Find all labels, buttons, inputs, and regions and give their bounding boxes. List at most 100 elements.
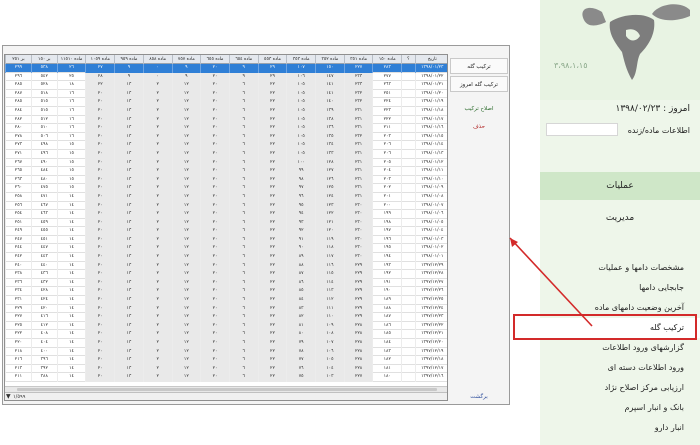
table-cell: ٢ xyxy=(142,296,172,305)
menu-management[interactable]: مدیریت xyxy=(540,208,700,228)
table-row[interactable]: ٢٢٧ ٤١٦ ١٤ ٢٠ ١٣ ٢ ١٢ ٢٠ ٦ ٢٢ ٨٢ ١١٠ ٢٢٩ ١٨٧ ١٣٩٧/١٢/٢… xyxy=(5,313,447,322)
column-header[interactable]: ماده ٥٥٣ xyxy=(257,55,287,64)
delete-button[interactable]: حذف xyxy=(450,118,508,134)
column-header[interactable]: ؟ xyxy=(401,55,414,64)
table-cell: ٢٠ xyxy=(200,175,229,185)
side-item-batch-entry[interactable]: ورود اطلاعات دسته ای xyxy=(540,358,700,378)
table-row[interactable]: ٢٤٧ ٤٥١ ١٤ ٢٠ ١٣ ٢ ١٢ ٢٠ ٦ ٢٢ ٩١ ١١٩ ٢٣٠ ١٩٦ ١٣٩٨/٠١/٠… xyxy=(5,235,447,245)
table-cell: ٢٠٤ xyxy=(372,167,401,176)
table-cell: ٥٤٢ xyxy=(30,72,57,82)
table-row[interactable]: ٢٤٢ ٤٤٣ ١٤ ٢٠ ١٣ ٢ ١٢ ٢٠ ٦ ٢٢ ٨٩ ١١٧ ٢٣٠ ١٩٤ ١٣٩٨/٠١/٠… xyxy=(5,253,447,262)
column-header[interactable]: بر ٢٥١ xyxy=(5,55,31,64)
fix-combine-button[interactable]: اصلاح ترکیب xyxy=(450,100,508,116)
table-row[interactable]: ٢٣٤ ٤٢٨ ١٤ ٢٠ ١٣ ٢ ١٢ ٢٠ ٦ ٢٢ ٨٥ ١١٣ ٢٢٩ ١٩٠ ١٣٩٧/١٢/٢… xyxy=(5,287,447,297)
table-row[interactable]: ٢٦٥ ٤٨٤ ١٥ ٢٠ ١٣ ٢ ١٢ ٢٠ ٦ ٢٢ ٩٩ ١٢٧ ٢٣١ ٢٠٤ ١٣٩٨/٠١/١… xyxy=(5,167,447,176)
side-item-breeding-center[interactable]: ارزیابی مرکز اصلاح نژاد xyxy=(540,378,700,398)
table-row[interactable]: ٢١٣ ٣٩٢ ١٤ ٢٠ ١٣ ٢ ١٢ ٢٠ ٦ ٢٢ ٧٦ ١٠٤ ٢٢٨ ١٨١ ١٣٩٧/١٢/١… xyxy=(5,364,447,374)
column-header[interactable]: ماده ٧٥٧ xyxy=(171,55,201,64)
table-row[interactable]: ٢٥٤ ٤٦٣ ١٤ ٢٠ ١٣ ٢ ١٢ ٢٠ ٦ ٢٢ ٩٤ ١٢٢ ٢٣٠ ١٩٩ ١٣٩٨/٠١/٠… xyxy=(5,210,447,219)
grid-body[interactable]: ٢٩٩ ٥٣٨ ٢٦ ٢٧ ٩ ٠ ٩ ٢٠ ٩ ٢٩ ١٠٧ ١٥٠ ٢٢٧ ٢٨٣ ١٣٩٨/٠١/٢٣… xyxy=(5,64,447,386)
column-header[interactable]: ماده ١٥٠ xyxy=(372,55,401,64)
table-cell: ٢٢٧ xyxy=(5,313,31,322)
table-cell: ١٢٦ xyxy=(315,175,344,185)
table-cell: ١٢ xyxy=(171,98,201,107)
table-cell: ٢٠ xyxy=(85,364,115,374)
table-cell: ٢٠ xyxy=(85,287,115,297)
back-button[interactable]: برگشت xyxy=(450,388,508,404)
column-header[interactable]: ماده ١٠٥٩ xyxy=(85,55,114,64)
table-cell: ٦ xyxy=(228,296,258,305)
table-row[interactable]: ٢٣٨ ٤٣٦ ١٤ ٢٠ ١٣ ٢ ١٢ ٢٠ ٦ ٢٢ ٨٧ ١١٥ ٢٢٩ ١٩٢ ١٣٩٧/١٢/٢… xyxy=(5,270,447,279)
table-row[interactable]: ٢٩٦ ٥٤٢ ٢٥ ٢٨ ٩ ٠ ٩ ٢٠ ٩ ٢٩ ١٠٦ ١٤٧ ٢٣٣ ٢٧٧ ١٣٩٨/٠١/٢٢ xyxy=(5,72,447,82)
table-cell: ١٠٥ xyxy=(286,106,316,116)
column-header[interactable]: ماده ٣٥١ xyxy=(343,55,373,64)
table-row[interactable]: ٢٣١ ٤٢٤ ١٤ ٢٠ ١٣ ٢ ١٢ ٢٠ ٦ ٢٢ ٨٤ ١١٢ ٢٢٩ ١٨٩ ١٣٩٧/١٢/٢… xyxy=(5,296,447,305)
table-row[interactable]: ٢٤٠ ٤٤٠ ١٤ ٢٠ ١٣ ٢ ١٢ ٢٠ ٦ ٢٢ ٨٨ ١١٦ ٢٢٩ ١٩٣ ١٣٩٧/١٢/٢… xyxy=(5,261,447,271)
table-row[interactable]: ٢٩٩ ٥٣٨ ٢٦ ٢٧ ٩ ٠ ٩ ٢٠ ٩ ٢٩ ١٠٧ ١٥٠ ٢٢٧ ٢٨٣ ١٣٩٨/٠١/٢٣ xyxy=(5,64,447,73)
table-row[interactable]: ٢٤٤ ٤٤٧ ١٤ ٢٠ ١٣ ٢ ١٢ ٢٠ ٦ ٢٢ ٩٠ ١١٨ ٢٣٠ ١٩٥ ١٣٩٨/٠١/٠… xyxy=(5,244,447,254)
table-cell: ٦ xyxy=(228,175,258,185)
table-row[interactable]: ٢٧٣ ٤٩٨ ١٥ ٢٠ ١٣ ٢ ١٢ ٢٠ ٦ ٢٢ ١٠٥ ١٣٤ ٢٣١ ٢٠٦ ١٣٩٨/٠١/… xyxy=(5,141,447,150)
table-row[interactable]: ٢٧١ ٤٩٦ ١٥ ٢٠ ١٣ ٢ ١٢ ٢٠ ٦ ٢٢ ١٠٥ ١٣٣ ٢٣١ ٢٠٦ ١٣٩٨/٠١/… xyxy=(5,149,447,159)
table-row[interactable]: ٢٨٢ ٥١٢ ١٦ ٢٠ ١٣ ٢ ١٢ ٢٠ ٦ ٢٢ ١٠٥ ١٣٨ ٢٣١ ٢٢٢ ١٣٩٨/٠١/… xyxy=(5,115,447,125)
table-cell: ١٣ xyxy=(114,167,143,176)
table-cell: ٩ xyxy=(171,72,201,82)
table-row[interactable]: ٢٨٥ ٥١٥ ١٦ ٢٠ ١٣ ٢ ١٢ ٢٠ ٦ ٢٢ ١٠٥ ١٤٠ ٢٣٢ ٢٢٤ ١٣٩٨/٠١/… xyxy=(5,98,447,107)
column-header[interactable]: ماده ٣٥٣ xyxy=(286,55,315,64)
table-row[interactable]: ٢٥٦ ٤٦٧ ١٤ ٢٠ ١٣ ٢ ١٢ ٢٠ ٦ ٢٢ ٩٥ ١٢٣ ٢٣٠ ٢٠٠ ١٣٩٨/٠١/٠… xyxy=(5,201,447,211)
table-row[interactable]: ٢٨٤ ٥١٥ ١٦ ٢٠ ١٣ ٢ ١٢ ٢٠ ٦ ٢٢ ١٠٥ ١٣٩ ٢٣١ ٢٢٣ ١٣٩٨/٠١/… xyxy=(5,106,447,116)
column-header[interactable]: ماده ٦٥٤ xyxy=(228,55,258,64)
table-cell: ٢٠ xyxy=(200,64,229,73)
table-row[interactable]: ٢١٨ ٤٠٠ ١٤ ٢٠ ١٣ ٢ ١٢ ٢٠ ٦ ٢٢ ٧٨ ١٠٦ ٢٢٨ ١٨٣ ١٣٩٧/١٢/١… xyxy=(5,347,447,357)
table-row[interactable]: ٢٢٢ ٤٠٨ ١٤ ٢٠ ١٣ ٢ ١٢ ٢٠ ٦ ٢٢ ٨٠ ١٠٨ ٢٢٨ ١٨٥ ١٣٩٧/١٢/٢… xyxy=(5,330,447,339)
table-cell: ٢٠ xyxy=(200,244,229,254)
column-header[interactable]: ماده ٩٥٩ xyxy=(114,55,143,64)
column-header[interactable]: تاریخ xyxy=(414,55,447,64)
column-header[interactable]: ماده ٣٥٢ xyxy=(315,55,344,64)
table-cell xyxy=(401,175,414,185)
menu-operations[interactable]: عملیات xyxy=(540,172,700,200)
column-header[interactable]: بر ١٥٠ xyxy=(30,55,57,64)
table-row[interactable]: ٢٦٠ ٤٧٥ ١٥ ٢٠ ١٣ ٢ ١٢ ٢٠ ٦ ٢٢ ٩٧ ١٢٥ ٢٣١ ٢٠٢ ١٣٩٨/٠١/٠… xyxy=(5,184,447,193)
table-cell: ١١٩ xyxy=(315,235,344,245)
table-row[interactable]: ٢٨٧ ٥١٨ ١٦ ٢٠ ١٣ ٢ ١٢ ٢٠ ٦ ٢٢ ١٠٥ ١٤١ ٢٣٢ ٢٥١ ١٣٩٨/٠١/… xyxy=(5,89,447,99)
table-cell: ٢ xyxy=(142,270,172,279)
table-cell: ٨٠ xyxy=(286,330,316,339)
combine-herd-button[interactable]: ترکیب گله xyxy=(450,58,508,74)
chevron-down-icon[interactable]: ▼ xyxy=(6,393,11,400)
column-header[interactable]: ماده ٦٥٥ xyxy=(200,55,229,64)
herd-composition-grid[interactable]: بر ٢٥١ بر ١٥٠ ماده ١١٥١٠ ماده ١٠٥٩ ماده ٩٥٩ م… xyxy=(4,54,448,401)
table-row[interactable]: ٢٢٠ ٤٠٤ ١٤ ٢٠ ١٣ ٢ ١٢ ٢٠ ٦ ٢٢ ٧٩ ١٠٧ ٢٢٨ ١٨٤ ١٣٩٧/١٢/٢… xyxy=(5,339,447,348)
column-header[interactable]: ماده ١١٥١٠ xyxy=(56,55,86,64)
table-cell: ١٢ xyxy=(171,313,201,322)
table-row[interactable]: ٢١٦ ٣٩٦ ١٤ ٢٠ ١٣ ٢ ١٢ ٢٠ ٦ ٢٢ ٧٧ ١٠٥ ٢٢٨ ١٨٢ ١٣٩٧/١٢/١… xyxy=(5,356,447,365)
table-row[interactable]: ٢٨٠ ٥١٠ ١٦ ٢٠ ١٣ ٢ ١٢ ٢٠ ٦ ٢٢ ١٠٥ ١٣٦ ٢٣١ ٢١١ ١٣٩٨/٠١/… xyxy=(5,124,447,133)
table-cell: ٢١٨ xyxy=(5,347,31,357)
table-cell: ١٣ xyxy=(114,149,143,159)
table-cell: ٢٠ xyxy=(200,98,229,107)
side-item-entry-reports[interactable]: گزارشهای ورود اطلاعات xyxy=(540,338,700,358)
table-row[interactable]: ٢٦٧ ٤٩٠ ١٥ ٢٠ ١٣ ٢ ١٢ ٢٠ ٦ ٢٢ ١٠٠ ١٢٨ ٢٣١ ٢٠٥ ١٣٩٨/٠١/… xyxy=(5,158,447,168)
table-row[interactable]: ٢٢٥ ٤١٢ ١٤ ٢٠ ١٣ ٢ ١٢ ٢٠ ٦ ٢٢ ٨١ ١٠٩ ٢٢٨ ١٨٦ ١٣٩٧/١٢/٢… xyxy=(5,321,447,331)
column-header[interactable]: ماده ٨٥٨ xyxy=(142,55,172,64)
side-item-sperm-bank[interactable]: بانک و انبار اسپرم xyxy=(540,398,700,418)
table-row[interactable]: ٢١١ ٣٨٨ ١٤ ٢٠ ١٣ ٢ ١٢ ٢٠ ٦ ٢٢ ٧٥ ١٠٣ ٢٢٧ ١٨٠ ١٣٩٧/١٢/١… xyxy=(5,373,447,382)
table-row[interactable]: ٢٨٥ ٥٢٨ ١٨ ٢٢ ١٣ ٢ ١٢ ٢٠ ٦ ٢٢ ١٠٥ ١٤١ ٢٣٣ ٢٦٣ ١٣٩٨/٠١/… xyxy=(5,81,447,90)
table-cell: ٦ xyxy=(228,124,258,133)
table-cell: ١٣ xyxy=(114,235,143,245)
table-row[interactable]: ٢٢٩ ٤٢٠ ١٤ ٢٠ ١٣ ٢ ١٢ ٢٠ ٦ ٢٢ ٨٣ ١١١ ٢٢٩ ١٨٨ ١٣٩٧/١٢/٢… xyxy=(5,304,447,314)
table-row[interactable]: ٢٧٨ ٥٠٦ ١٦ ٢٠ ١٣ ٢ ١٢ ٢٠ ٦ ٢٢ ١٠٥ ١٣٥ ٢٣٢ ٢٠٣ ١٣٩٨/٠١/… xyxy=(5,132,447,142)
table-row[interactable]: ٢٦٣ ٤٨٠ ١٥ ٢٠ ١٣ ٢ ١٢ ٢٠ ٦ ٢٢ ٩٨ ١٢٦ ٢٣١ ٢٠٣ ١٣٩٨/٠١/١… xyxy=(5,175,447,185)
scrollbar-thumb[interactable] xyxy=(17,388,437,391)
table-cell: ٦ xyxy=(228,244,258,254)
table-cell: ٢٠ xyxy=(200,72,229,82)
table-row[interactable]: ٢٣٦ ٤٣٢ ١٤ ٢٠ ١٣ ٢ ١٢ ٢٠ ٦ ٢٢ ٨٦ ١١٤ ٢٢٩ ١٩١ ١٣٩٧/١٢/٢… xyxy=(5,278,447,288)
table-row[interactable]: ٢٥١ ٤٥٩ ١٤ ٢٠ ١٣ ٢ ١٢ ٢٠ ٦ ٢٢ ٩٣ ١٢١ ٢٣٠ ١٩٨ ١٣٩٨/٠١/٠… xyxy=(5,218,447,228)
table-cell: ٨٩ xyxy=(286,253,316,262)
side-item-drug-store[interactable]: انبار دارو xyxy=(540,418,700,438)
table-row[interactable]: ٢٥٨ ٤٧١ ١٤ ٢٠ ١٣ ٢ ١٢ ٢٠ ٦ ٢٢ ٩٦ ١٢٤ ٢٣١ ٢٠١ ١٣٩٨/٠١/٠… xyxy=(5,192,447,202)
table-row[interactable]: ٢٤٩ ٤٥٥ ١٤ ٢٠ ١٣ ٢ ١٢ ٢٠ ٦ ٢٢ ٩٢ ١٢٠ ٢٣٠ ١٩٧ ١٣٩٨/٠١/٠… xyxy=(5,227,447,236)
table-cell: ١٣٩٨/٠١/١٣ xyxy=(414,149,447,159)
combine-herd-today-button[interactable]: ترکیب گله امروز xyxy=(450,76,508,92)
table-cell: ٢٣١ xyxy=(343,124,373,133)
